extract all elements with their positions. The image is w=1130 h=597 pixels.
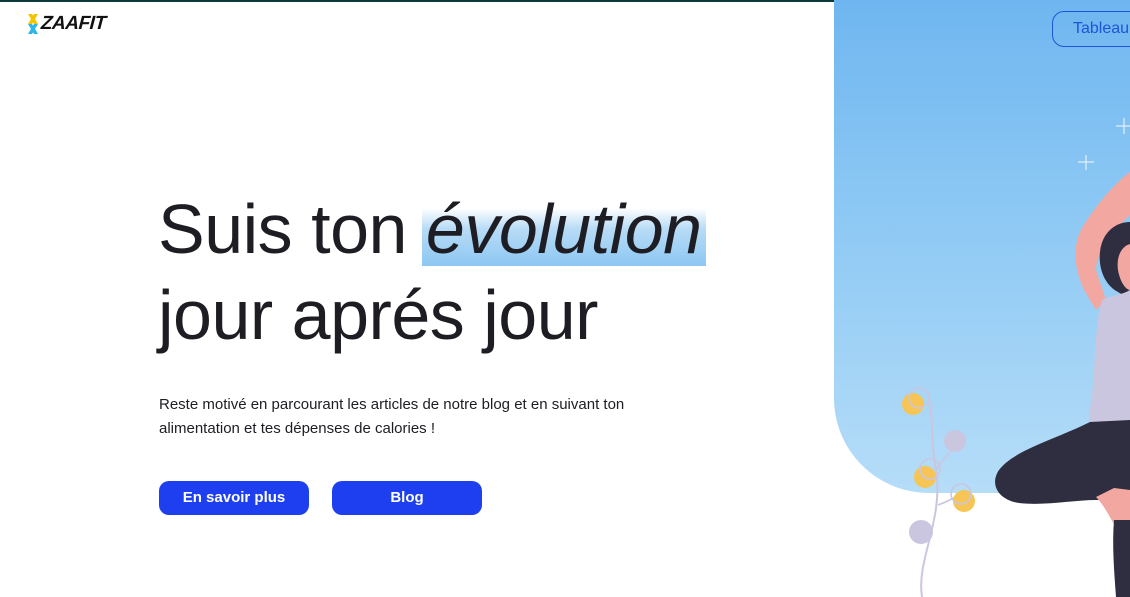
blog-button[interactable]: Blog <box>332 481 482 515</box>
hero-subtitle-line2: alimentation et tes dépenses de calories… <box>159 420 435 437</box>
figure-torso <box>1089 290 1130 425</box>
plant-stem <box>920 399 939 597</box>
yoga-illustration <box>902 118 1130 597</box>
hero-subtitle: Reste motivé en parcourant les articles … <box>159 393 679 441</box>
zaafit-x-logo-icon <box>28 14 38 34</box>
top-border <box>0 0 834 2</box>
learn-more-button[interactable]: En savoir plus <box>159 481 309 515</box>
hero-title: Suis ton évolution jour aprés jour <box>158 186 706 358</box>
hero-title-start: Suis ton <box>158 190 426 268</box>
hero-title-highlight: évolution <box>421 186 706 272</box>
hero-title-highlight-text: évolution <box>425 190 702 268</box>
plant-flower <box>944 430 966 452</box>
plant-flower <box>902 393 924 415</box>
hero-subtitle-line1: Reste motivé en parcourant les articles … <box>159 396 625 413</box>
logo-text: ZAAFIT <box>40 13 107 34</box>
logo[interactable]: ZAAFIT <box>28 13 106 35</box>
sparkle-icon <box>1078 118 1130 170</box>
hero-title-line2: jour aprés jour <box>158 276 598 354</box>
plant-flower <box>909 520 933 544</box>
